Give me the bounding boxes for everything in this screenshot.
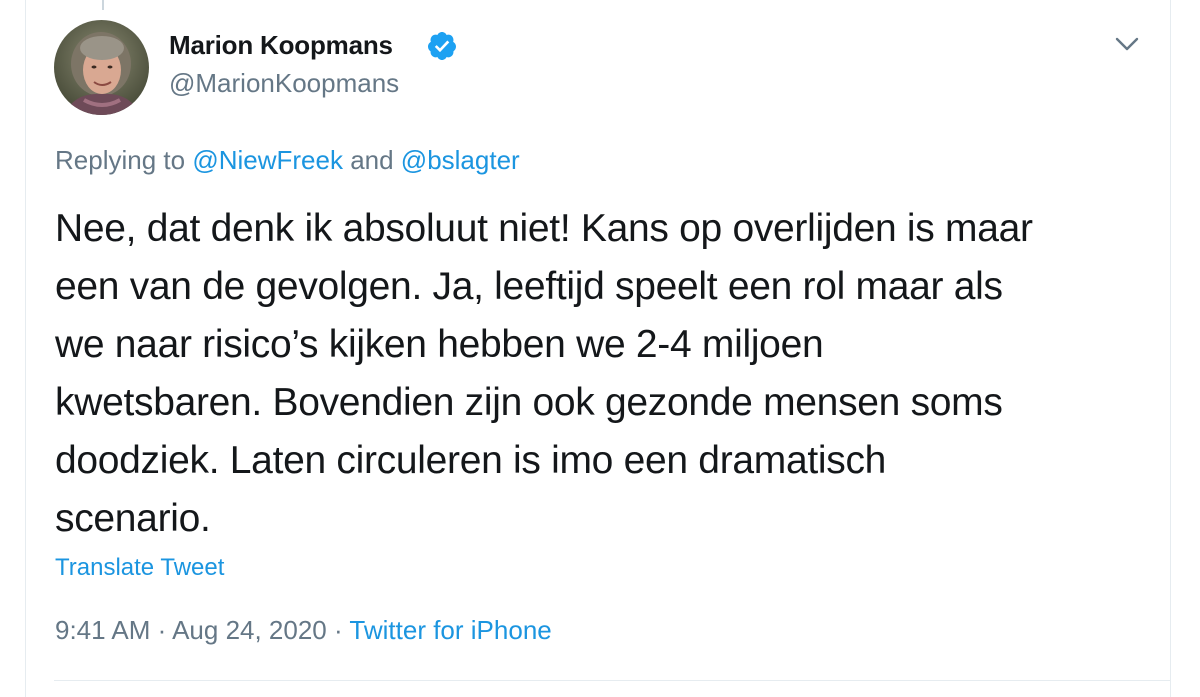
reply-mention-link[interactable]: @NiewFreek <box>192 145 343 175</box>
tweet-metadata: 9:41 AM · Aug 24, 2020 · Twitter for iPh… <box>55 615 552 646</box>
reply-mention-link[interactable]: @bslagter <box>401 145 520 175</box>
translate-tweet-link[interactable]: Translate Tweet <box>55 554 224 582</box>
tweet-text-line: Nee, dat denk ik absoluut niet! Kans op … <box>55 207 1033 250</box>
chevron-down-icon[interactable] <box>1111 32 1143 58</box>
meta-separator: · <box>150 615 173 645</box>
author-handle[interactable]: @MarionKoopmans <box>169 68 399 99</box>
meta-separator: · <box>326 615 350 645</box>
replying-to-line: Replying to @NiewFreek and @bslagter <box>55 145 520 176</box>
tweet-time[interactable]: 9:41 AM <box>55 615 150 645</box>
avatar[interactable] <box>54 20 149 115</box>
tweet-date[interactable]: Aug 24, 2020 <box>172 615 327 645</box>
tweet-text-line: scenario. <box>55 497 211 540</box>
tweet-text: Nee, dat denk ik absoluut niet! Kans op … <box>55 200 1145 548</box>
replying-and: and <box>342 145 401 175</box>
tweet-text-line: een van de gevolgen. Ja, leeftijd speelt… <box>55 265 1003 308</box>
author-name[interactable]: Marion Koopmans <box>169 30 393 61</box>
tweet-source-link[interactable]: Twitter for iPhone <box>349 615 551 645</box>
tweet-text-line: kwetsbaren. Bovendien zijn ook gezonde m… <box>55 381 1003 424</box>
thread-connector-line <box>102 0 104 10</box>
avatar-image <box>54 20 149 115</box>
verified-badge-icon <box>427 32 456 60</box>
tweet-text-line: doodziek. Laten circuleren is imo een dr… <box>55 439 887 482</box>
tweet-text-line: we naar risico’s kijken hebben we 2-4 mi… <box>55 323 824 366</box>
divider <box>54 680 1170 681</box>
replying-prefix: Replying to <box>55 145 193 175</box>
